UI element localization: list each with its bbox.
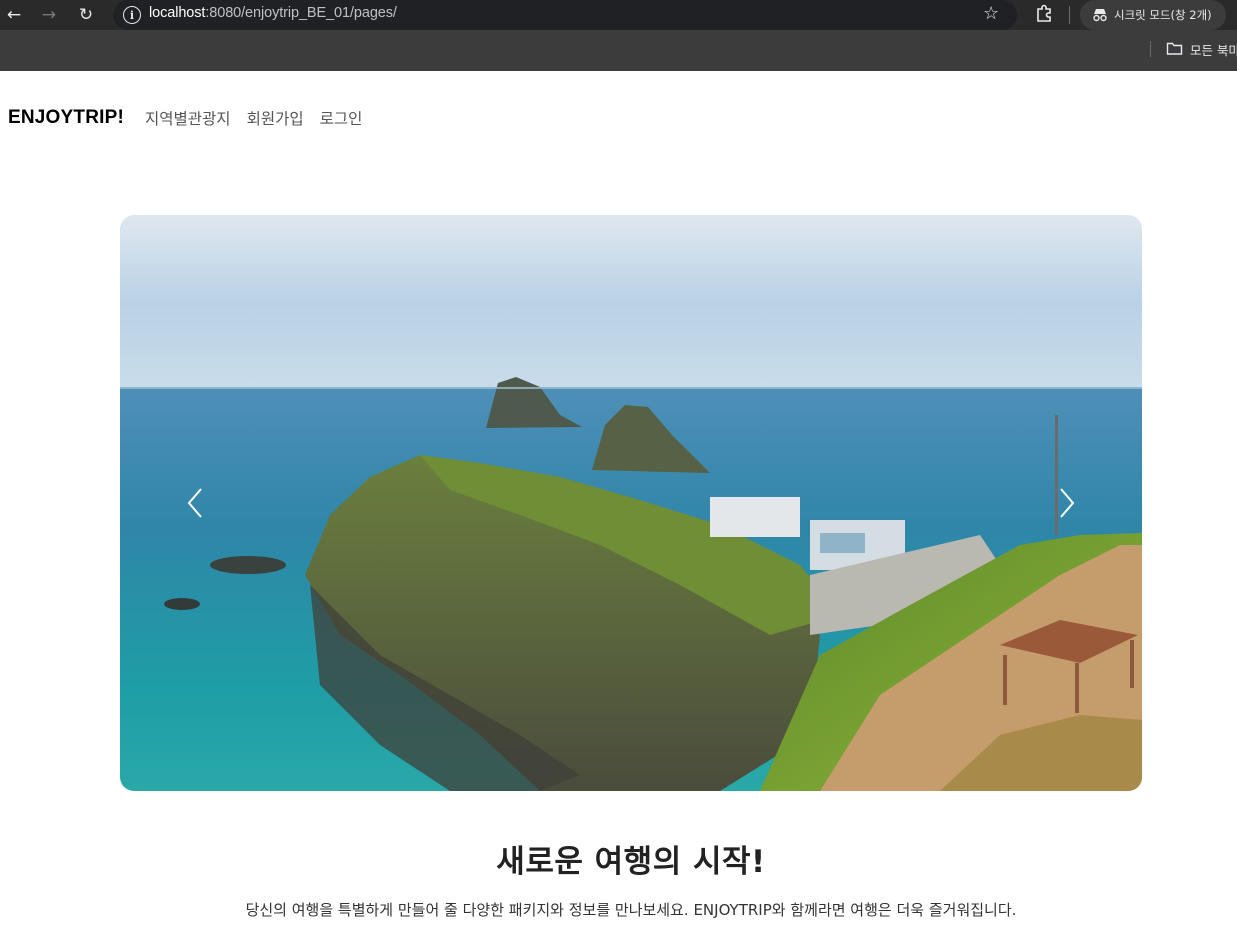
- site-info-icon[interactable]: i: [123, 6, 141, 24]
- chevron-right-icon: [1060, 488, 1075, 518]
- url-path: :8080/enjoytrip_BE_01/pages/: [205, 5, 397, 21]
- url-host: localhost: [149, 5, 206, 21]
- incognito-button[interactable]: 시크릿 모드(창 2개): [1080, 0, 1226, 30]
- carousel-next-button[interactable]: [1007, 215, 1127, 791]
- nav-link-signup[interactable]: 회원가입: [247, 107, 304, 129]
- bookmark-divider: [1150, 41, 1151, 57]
- hero-description: 당신의 여행을 특별하게 만들어 줄 다양한 패키지와 정보를 만나보세요. E…: [245, 901, 1017, 919]
- address-bar[interactable]: i localhost:8080/enjoytrip_BE_01/pages/ …: [113, 0, 1017, 30]
- browser-toolbar: ← → ↻ i localhost:8080/enjoytrip_BE_01/p…: [0, 0, 1237, 30]
- folder-icon[interactable]: [1166, 41, 1183, 56]
- chevron-left-icon: [187, 488, 202, 518]
- carousel-prev-button[interactable]: [135, 215, 255, 791]
- hero-carousel[interactable]: [120, 215, 1142, 791]
- toolbar-divider: [1069, 6, 1070, 24]
- hero-title: 새로운 여행의 시작!: [496, 844, 766, 880]
- nav-links: 지역별관광지 회원가입 로그인: [145, 107, 362, 129]
- reload-icon[interactable]: ↻: [74, 3, 98, 27]
- star-icon[interactable]: ☆: [983, 3, 999, 24]
- browser-chrome: ← → ↻ i localhost:8080/enjoytrip_BE_01/p…: [0, 0, 1237, 71]
- nav-link-login[interactable]: 로그인: [320, 107, 363, 129]
- url-text[interactable]: localhost:8080/enjoytrip_BE_01/pages/: [149, 5, 397, 21]
- site-navbar: ENJOYTRIP! 지역별관광지 회원가입 로그인: [0, 71, 1237, 167]
- back-icon[interactable]: ←: [2, 3, 26, 27]
- forward-icon[interactable]: →: [37, 3, 61, 27]
- nav-link-regional-attractions[interactable]: 지역별관광지: [145, 107, 231, 129]
- coastal-landscape-image: [120, 215, 1142, 791]
- all-bookmarks-label[interactable]: 모든 북마: [1190, 40, 1237, 59]
- incognito-icon: [1093, 9, 1107, 22]
- brand-logo[interactable]: ENJOYTRIP!: [8, 107, 124, 129]
- extensions-icon[interactable]: [1033, 3, 1055, 25]
- incognito-label: 시크릿 모드(창 2개): [1114, 8, 1212, 22]
